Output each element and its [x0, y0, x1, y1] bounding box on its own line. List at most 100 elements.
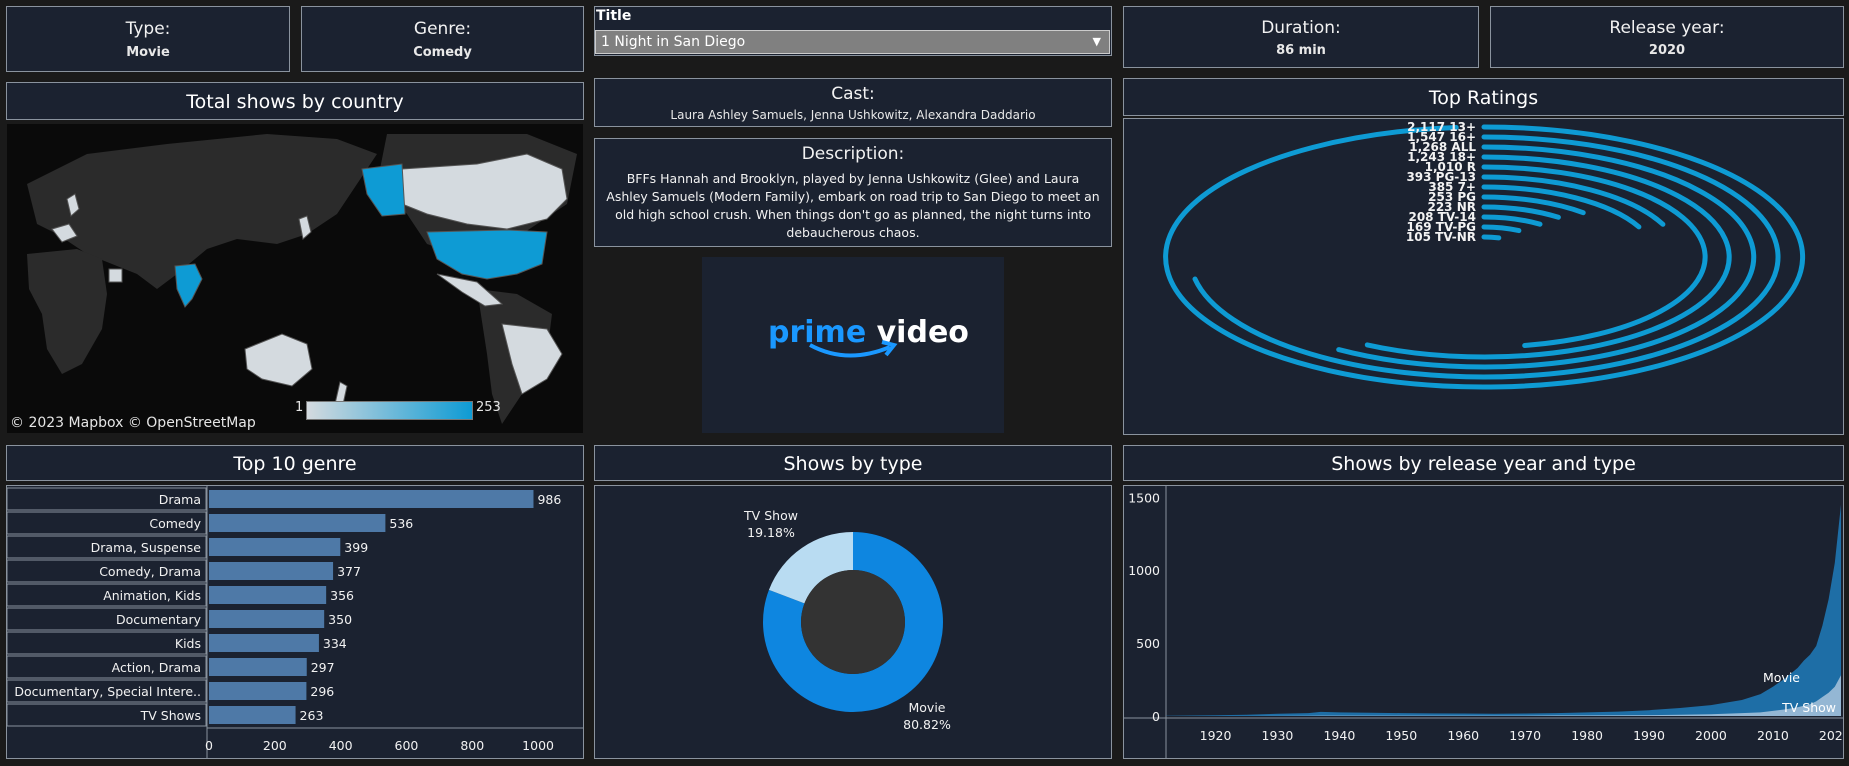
genre-value-label: 297 [311, 660, 335, 675]
country-map[interactable] [7, 124, 583, 433]
genre-x-tick: 0 [205, 738, 213, 753]
release-y-tick: 500 [1136, 636, 1160, 651]
genre-bar[interactable] [209, 706, 296, 724]
cast-card-value: Laura Ashley Samuels, Jenna Ushkowitz, A… [670, 108, 1036, 122]
rating-arc[interactable] [1364, 154, 1732, 360]
map-legend-max: 253 [476, 400, 501, 415]
genre-label: Comedy, Drama [99, 564, 201, 579]
shows-by-type-panel: TV Show 19.18% Movie 80.82% [594, 485, 1112, 759]
map-country-mexico [436, 273, 504, 307]
map-country-usa [426, 229, 548, 280]
genre-bar[interactable] [209, 586, 327, 604]
release-y-tick: 0 [1152, 709, 1160, 724]
genre-bar[interactable] [209, 682, 307, 700]
genre-bar[interactable] [209, 538, 341, 556]
map-attribution[interactable]: © 2023 Mapbox © OpenStreetMap [10, 415, 256, 431]
release-year-card-label: Release year: [1609, 18, 1725, 38]
map-legend-min: 1 [295, 400, 304, 415]
genre-card-value: Comedy [413, 45, 472, 60]
type-category-label: TV Show [743, 508, 798, 523]
genre-x-tick: 400 [329, 738, 353, 753]
map-land-africa [27, 249, 107, 374]
genre-label: Drama [159, 492, 201, 507]
genre-bar[interactable] [209, 490, 534, 508]
cast-card: Cast: Laura Ashley Samuels, Jenna Ushkow… [594, 78, 1112, 127]
rating-arc[interactable] [1481, 234, 1502, 241]
genre-label: Action, Drama [112, 660, 201, 675]
release-y-tick: 1000 [1128, 563, 1160, 578]
duration-card-value: 86 min [1276, 43, 1326, 58]
description-card-value: BFFs Hannah and Brooklyn, played by Jenn… [606, 171, 1100, 240]
release-year-title: Shows by release year and type [1123, 445, 1844, 481]
rating-arc[interactable] [1192, 134, 1781, 380]
top-genre-title: Top 10 genre [6, 445, 584, 481]
title-filter-label: Title [596, 8, 632, 24]
release-series-label: Movie [1763, 670, 1800, 685]
genre-value-label: 334 [323, 636, 347, 651]
genre-value-label: 350 [328, 612, 352, 627]
release-year-card: Release year: 2020 [1490, 6, 1844, 68]
map-country-australia [244, 333, 313, 387]
rating-label: 105 TV-NR [1406, 230, 1476, 244]
type-percent-label: 80.82% [903, 717, 951, 732]
release-year-card-value: 2020 [1648, 43, 1686, 58]
genre-bar[interactable] [209, 514, 386, 532]
genre-value-label: 536 [389, 516, 413, 531]
genre-label: Documentary, Special Intere.. [14, 684, 201, 699]
world-map-svg [27, 134, 577, 424]
map-panel-title: Total shows by country [6, 82, 584, 120]
map-country-india [174, 263, 203, 308]
rating-arc[interactable] [1481, 224, 1522, 234]
duration-card-label: Duration: [1261, 18, 1341, 38]
prime-video-logo: prime video [702, 257, 1004, 433]
release-x-tick: 1990 [1633, 728, 1665, 743]
genre-label: Drama, Suspense [91, 540, 202, 555]
description-card-label: Description: [801, 144, 905, 164]
type-card-value: Movie [126, 45, 170, 60]
shows-by-type-chart: TV Show 19.18% Movie 80.82% [743, 508, 951, 732]
smile-arrow-icon [809, 340, 898, 358]
top-ratings-title: Top Ratings [1123, 78, 1844, 116]
genre-bar[interactable] [209, 610, 325, 628]
genre-value-label: 263 [300, 708, 324, 723]
genre-label: Animation, Kids [103, 588, 201, 603]
map-country-alaska [361, 163, 406, 217]
release-x-tick: 2010 [1757, 728, 1789, 743]
release-year-panel: 0 500 1000 1500 1920 1930 1940 1950 1960 1970 1980… [1123, 485, 1849, 759]
top-ratings-chart: 2,117 13+1,547 16+1,268 ALL1,243 18+1,01… [1163, 120, 1806, 390]
genre-value-label: 399 [344, 540, 368, 555]
genre-x-tick: 1000 [522, 738, 554, 753]
title-select[interactable]: 1 Night in San Diego ▼ [595, 30, 1110, 54]
release-x-tick: 1960 [1447, 728, 1479, 743]
release-x-tick: 1940 [1323, 728, 1355, 743]
genre-label: Comedy [149, 516, 201, 531]
genre-label: Kids [175, 636, 201, 651]
release-x-tick: 1970 [1509, 728, 1541, 743]
donut-hole [801, 570, 905, 674]
genre-value-label: 356 [330, 588, 354, 603]
release-series-label: TV Show [1781, 700, 1836, 715]
genre-value-label: 377 [337, 564, 361, 579]
genre-x-tick: 800 [460, 738, 484, 753]
genre-card-label: Genre: [413, 19, 472, 39]
type-card: Type: Movie [6, 6, 290, 72]
rating-arc[interactable] [1481, 214, 1543, 227]
genre-card: Genre: Comedy [301, 6, 584, 72]
description-card: Description: BFFs Hannah and Brooklyn, p… [594, 138, 1112, 247]
release-y-tick: 1500 [1128, 490, 1160, 505]
genre-x-tick: 600 [395, 738, 419, 753]
shows-by-type-title: Shows by type [594, 445, 1112, 481]
title-select-value: 1 Night in San Diego [601, 34, 746, 50]
release-x-tick: 2020 [1819, 728, 1843, 743]
chevron-down-icon[interactable]: ▼ [1093, 31, 1101, 53]
release-area-series[interactable] [1166, 504, 1841, 716]
type-category-label: Movie [909, 700, 946, 715]
duration-card: Duration: 86 min [1123, 6, 1479, 68]
genre-bar[interactable] [209, 634, 319, 652]
genre-bar[interactable] [209, 562, 334, 580]
top-genre-chart: Drama 986 Comedy 536 Drama, Suspense 399 Comed… [6, 486, 583, 758]
release-year-chart: 0 500 1000 1500 1920 1930 1940 1950 1960 1970 1980… [1124, 486, 1849, 758]
genre-bar[interactable] [209, 658, 307, 676]
release-x-tick: 2000 [1695, 728, 1727, 743]
genre-value-label: 986 [537, 492, 561, 507]
